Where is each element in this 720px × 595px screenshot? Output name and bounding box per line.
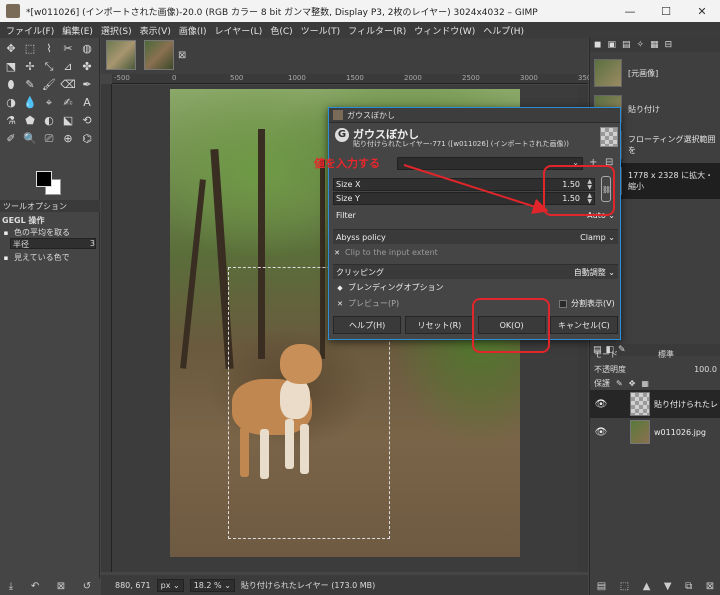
annotation-arrow bbox=[403, 164, 549, 214]
